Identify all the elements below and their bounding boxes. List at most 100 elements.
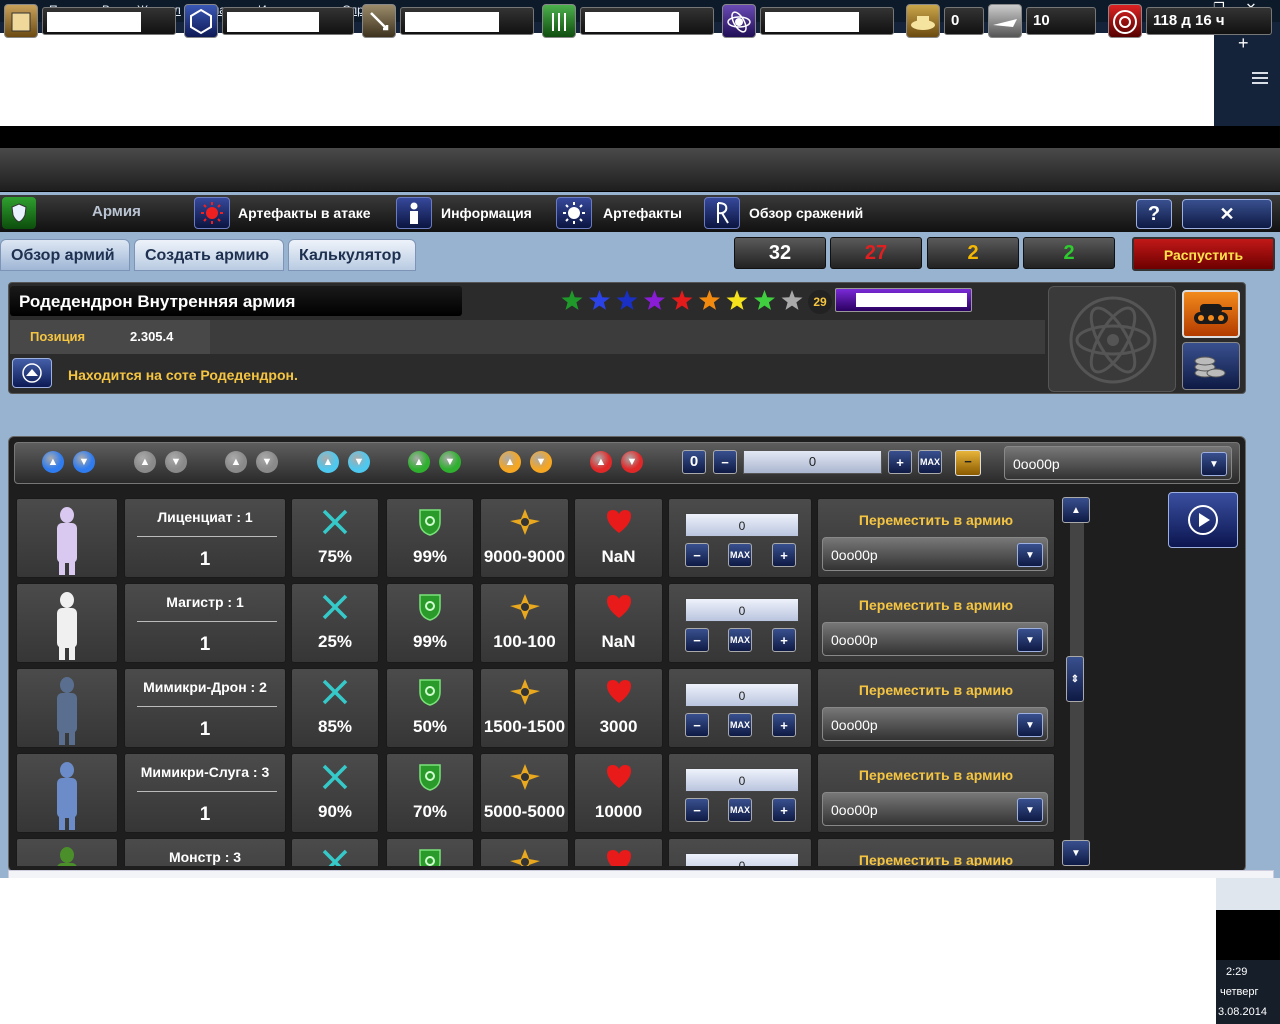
damage-cell: 100-100 bbox=[480, 583, 569, 663]
chevron-down-icon[interactable]: ▼ bbox=[1017, 628, 1043, 652]
battle-report-icon[interactable] bbox=[704, 197, 740, 229]
resource-value-field: 10 bbox=[1026, 7, 1096, 35]
attack-cell bbox=[291, 838, 379, 866]
deuterium-icon bbox=[362, 4, 396, 38]
position-label: Позиция bbox=[30, 329, 86, 344]
selected-count[interactable]: 0 bbox=[682, 450, 706, 474]
increment-button[interactable]: + bbox=[772, 713, 796, 737]
sort-desc-icon[interactable]: ▼ bbox=[621, 451, 643, 473]
nav-attack-artifacts[interactable]: Артефакты в атаке bbox=[238, 205, 371, 221]
chevron-down-icon[interactable]: ▼ bbox=[1201, 452, 1227, 476]
sun-white-icon[interactable] bbox=[556, 197, 592, 229]
sort-desc-icon[interactable]: ▼ bbox=[165, 451, 187, 473]
increment-button[interactable]: + bbox=[888, 450, 912, 474]
max-button[interactable]: MAX bbox=[918, 450, 942, 474]
increment-button[interactable]: + bbox=[772, 543, 796, 567]
info-icon[interactable] bbox=[396, 197, 432, 229]
quantity-input[interactable]: 0 bbox=[685, 598, 799, 622]
sort-desc-icon[interactable]: ▼ bbox=[256, 451, 278, 473]
max-button[interactable]: MAX bbox=[728, 798, 752, 822]
counter-0: 32 bbox=[734, 237, 826, 269]
nav-battles[interactable]: Обзор сражений bbox=[749, 205, 863, 221]
amount-input[interactable]: 0 bbox=[743, 450, 882, 474]
target-army-dropdown[interactable]: 0oo00p ▼ bbox=[1004, 446, 1232, 480]
unit-portrait[interactable] bbox=[16, 838, 118, 866]
damage-cell: 5000-5000 bbox=[480, 753, 569, 833]
remove-button[interactable]: − bbox=[955, 450, 981, 476]
quantity-input[interactable]: 0 bbox=[685, 513, 799, 537]
max-button[interactable]: MAX bbox=[728, 543, 752, 567]
collapse-button[interactable] bbox=[12, 358, 52, 388]
shield-icon bbox=[387, 507, 473, 537]
sort-desc-icon[interactable]: ▼ bbox=[439, 451, 461, 473]
decrement-button[interactable]: − bbox=[685, 628, 709, 652]
defense-value: 99% bbox=[412, 547, 448, 566]
move-army-dropdown[interactable]: 0oo00p ▼ bbox=[822, 707, 1048, 741]
increment-button[interactable]: + bbox=[772, 628, 796, 652]
max-button[interactable]: MAX bbox=[728, 713, 752, 737]
rank-stars bbox=[560, 287, 810, 315]
sort-asc-icon[interactable]: ▲ bbox=[499, 451, 521, 473]
unit-portrait[interactable] bbox=[16, 753, 118, 833]
decrement-button[interactable]: − bbox=[685, 543, 709, 567]
hp-value: NaN bbox=[601, 632, 636, 651]
sort-desc-icon[interactable]: ▼ bbox=[530, 451, 552, 473]
tab-calculator[interactable]: Калькулятор bbox=[288, 239, 416, 271]
unit-name-cell: Монстр : 3 bbox=[124, 838, 286, 866]
sort-desc-icon[interactable]: ▼ bbox=[348, 451, 370, 473]
sort-asc-icon[interactable]: ▲ bbox=[42, 451, 64, 473]
damage-value: 9000-9000 bbox=[483, 547, 566, 566]
position-value[interactable]: 2.305.4 bbox=[130, 329, 173, 344]
decrement-button[interactable]: − bbox=[713, 450, 737, 474]
sort-asc-icon[interactable]: ▲ bbox=[590, 451, 612, 473]
decrement-button[interactable]: − bbox=[685, 713, 709, 737]
heart-icon bbox=[575, 847, 662, 866]
damage-star-icon bbox=[481, 507, 568, 537]
decrement-button[interactable]: − bbox=[685, 798, 709, 822]
play-icon[interactable] bbox=[1168, 492, 1238, 548]
move-to-army-label: Переместить в армию bbox=[858, 852, 1014, 866]
quantity-input[interactable]: 0 bbox=[685, 853, 799, 866]
shield-icon bbox=[2, 197, 36, 229]
scroll-thumb[interactable]: ⇕ bbox=[1066, 656, 1084, 702]
damage-star-icon bbox=[481, 592, 568, 622]
sort-desc-icon[interactable]: ▼ bbox=[73, 451, 95, 473]
unit-portrait[interactable] bbox=[16, 498, 118, 578]
close-panel-button[interactable]: ✕ bbox=[1182, 199, 1272, 229]
quantity-input[interactable]: 0 bbox=[685, 683, 799, 707]
scroll-up-button[interactable]: ▲ bbox=[1062, 497, 1090, 523]
increment-button[interactable]: + bbox=[772, 798, 796, 822]
coins-icon[interactable] bbox=[1182, 342, 1240, 390]
move-army-dropdown[interactable]: 0oo00p ▼ bbox=[822, 792, 1048, 826]
browser-toolbar-area bbox=[0, 33, 1214, 126]
tank-icon[interactable] bbox=[1182, 290, 1240, 338]
nav-artifacts[interactable]: Артефакты bbox=[603, 205, 682, 221]
max-button[interactable]: MAX bbox=[728, 628, 752, 652]
scroll-down-button[interactable]: ▼ bbox=[1062, 840, 1090, 866]
menu-hamburger-icon[interactable] bbox=[1248, 66, 1272, 90]
damage-value: 5000-5000 bbox=[483, 802, 566, 821]
chevron-down-icon[interactable]: ▼ bbox=[1017, 713, 1043, 737]
attack-cell: 75% bbox=[291, 498, 379, 578]
help-button[interactable]: ? bbox=[1136, 199, 1172, 229]
sort-asc-icon[interactable]: ▲ bbox=[408, 451, 430, 473]
disband-button[interactable]: Распустить bbox=[1132, 237, 1275, 271]
sun-red-icon[interactable] bbox=[194, 197, 230, 229]
sort-asc-icon[interactable]: ▲ bbox=[317, 451, 339, 473]
chevron-down-icon[interactable]: ▼ bbox=[1017, 543, 1043, 567]
crossed-swords-icon bbox=[292, 847, 378, 866]
star-icon bbox=[781, 290, 803, 310]
unit-portrait[interactable] bbox=[16, 583, 118, 663]
resource-2 bbox=[362, 4, 536, 38]
chevron-down-icon[interactable]: ▼ bbox=[1017, 798, 1043, 822]
tab-armies-overview[interactable]: Обзор армий bbox=[0, 239, 130, 271]
nav-info[interactable]: Информация bbox=[441, 205, 532, 221]
tab-create-army[interactable]: Создать армию bbox=[134, 239, 284, 271]
move-army-dropdown[interactable]: 0oo00p ▼ bbox=[822, 537, 1048, 571]
hp-cell: NaN bbox=[574, 498, 663, 578]
quantity-input[interactable]: 0 bbox=[685, 768, 799, 792]
sort-asc-icon[interactable]: ▲ bbox=[225, 451, 247, 473]
unit-portrait[interactable] bbox=[16, 668, 118, 748]
sort-asc-icon[interactable]: ▲ bbox=[134, 451, 156, 473]
move-army-dropdown[interactable]: 0oo00p ▼ bbox=[822, 622, 1048, 656]
